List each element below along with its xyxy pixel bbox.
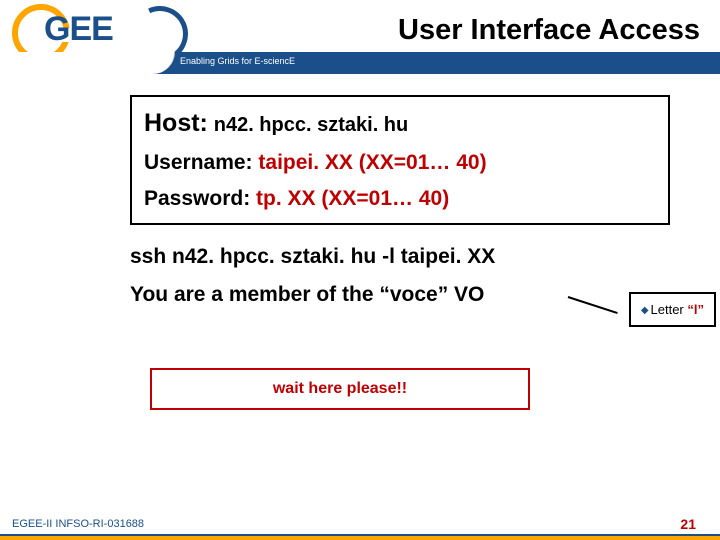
- content-area: Host: n42. hpcc. sztaki. hu Username: ta…: [130, 95, 670, 307]
- username-label: Username:: [144, 151, 253, 174]
- bullet-icon: ◆: [641, 305, 649, 316]
- footer-id: EGEE-II INFSO-RI-031688: [12, 518, 144, 530]
- slide-header: GEE User Interface Access Enabling Grids…: [0, 0, 720, 72]
- footer: EGEE-II INFSO-RI-031688 21: [0, 512, 720, 540]
- password-value: tp. XX (XX=01… 40): [256, 187, 449, 210]
- logo-text: GEE: [44, 10, 113, 48]
- wait-text: wait here please!!: [273, 380, 407, 397]
- ssh-command: ssh n42. hpcc. sztaki. hu -l taipei. XX: [130, 245, 670, 269]
- slide-title: User Interface Access: [398, 14, 700, 47]
- host-value: n42. hpcc. sztaki. hu: [214, 114, 409, 136]
- password-label: Password:: [144, 187, 250, 210]
- tagline: Enabling Grids for E-sciencE: [180, 56, 295, 66]
- host-label: Host:: [144, 109, 208, 137]
- callout-prefix: Letter: [651, 302, 688, 317]
- credentials-box: Host: n42. hpcc. sztaki. hu Username: ta…: [130, 95, 670, 225]
- callout-letter: “l”: [687, 302, 704, 317]
- letter-callout: ◆Letter “l”: [629, 292, 716, 327]
- page-number: 21: [680, 516, 696, 532]
- username-value: taipei. XX (XX=01… 40): [258, 151, 486, 174]
- wait-box: wait here please!!: [150, 368, 530, 410]
